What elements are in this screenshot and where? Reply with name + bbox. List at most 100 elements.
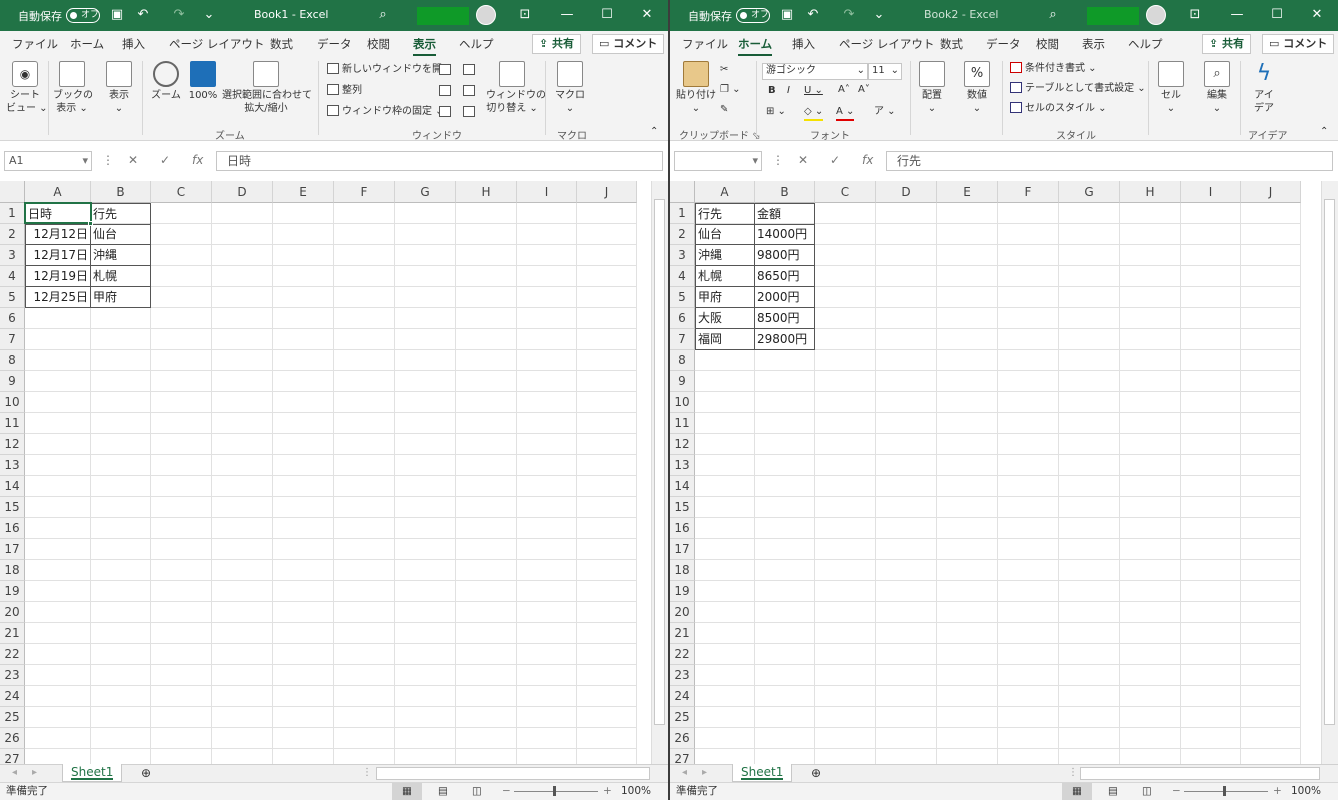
split-icon[interactable] [439, 64, 451, 75]
search-icon[interactable]: ⌕ [374, 6, 392, 24]
row-header[interactable]: 25 [0, 707, 25, 728]
page-layout-view-icon[interactable]: ▤ [1108, 783, 1118, 800]
side-by-side-icon[interactable] [463, 64, 475, 75]
column-header[interactable]: I [517, 181, 577, 203]
row-header[interactable]: 7 [0, 329, 25, 350]
increase-font-icon[interactable]: A˄ [838, 83, 850, 97]
tab-file[interactable]: ファイル [12, 36, 58, 52]
font-size-select[interactable]: 11 ⌄ [868, 63, 902, 80]
close-icon[interactable]: ✕ [638, 6, 656, 24]
table-cell[interactable]: 札幌 [695, 266, 755, 287]
column-header[interactable]: G [395, 181, 456, 203]
table-cell[interactable]: 12月25日 [25, 287, 91, 308]
table-cell[interactable]: 沖縄 [695, 245, 755, 266]
tab-page-layout[interactable]: ページ レイアウト [839, 36, 934, 52]
split-handle[interactable]: ⋮ [362, 766, 372, 780]
row-header[interactable]: 5 [670, 287, 695, 308]
zoom-slider[interactable] [514, 791, 598, 792]
row-header[interactable]: 3 [0, 245, 25, 266]
row-header[interactable]: 18 [0, 560, 25, 581]
row-header[interactable]: 16 [0, 518, 25, 539]
undo-icon[interactable]: ↶ [804, 6, 822, 24]
row-header[interactable]: 11 [0, 413, 25, 434]
name-box[interactable]: ▾ [674, 151, 762, 171]
row-header[interactable]: 7 [670, 329, 695, 350]
column-header[interactable]: D [212, 181, 273, 203]
share-button[interactable]: ⇪ 共有 [1202, 34, 1252, 54]
row-header[interactable]: 12 [0, 434, 25, 455]
normal-view-icon[interactable]: ▦ [1062, 783, 1092, 800]
maximize-icon[interactable]: ☐ [598, 6, 616, 24]
tab-file[interactable]: ファイル [682, 36, 728, 52]
row-header[interactable]: 24 [670, 686, 695, 707]
column-header[interactable]: H [1120, 181, 1181, 203]
redo-icon[interactable]: ↷ [840, 6, 858, 24]
tab-data[interactable]: データ [986, 36, 1021, 52]
search-icon[interactable]: ⌕ [1044, 6, 1062, 24]
table-cell[interactable]: 甲府 [91, 287, 151, 308]
row-header[interactable]: 19 [670, 581, 695, 602]
unhide-icon[interactable] [439, 106, 451, 117]
table-cell[interactable]: 8650円 [755, 266, 815, 287]
table-cell[interactable]: 仙台 [91, 224, 151, 245]
row-header[interactable]: 14 [0, 476, 25, 497]
font-name-select[interactable]: 游ゴシック ⌄ [762, 63, 868, 80]
row-header[interactable]: 21 [0, 623, 25, 644]
zoom-level[interactable]: 100% [621, 783, 651, 800]
row-header[interactable]: 26 [0, 728, 25, 749]
sync-scroll-icon[interactable] [463, 85, 475, 96]
cut-icon[interactable]: ✂ [720, 63, 728, 77]
zoom-in-icon[interactable]: + [1273, 783, 1282, 800]
decrease-font-icon[interactable]: A˅ [858, 83, 870, 97]
phonetic-icon[interactable]: ア ⌄ [874, 105, 896, 119]
scroll-thumb[interactable] [1324, 199, 1335, 725]
vertical-scrollbar[interactable] [651, 181, 668, 765]
reset-position-icon[interactable] [463, 106, 475, 117]
row-header[interactable]: 2 [0, 224, 25, 245]
worksheet-grid[interactable]: A B C D E F G H I J 1 2 3 4 5 6 7 8 9 10 11 12 13 14 15 16 17 18 19 2… [670, 181, 1338, 765]
ribbon-display-icon[interactable]: ⊡ [516, 6, 534, 24]
row-header[interactable]: 15 [0, 497, 25, 518]
row-header[interactable]: 25 [670, 707, 695, 728]
table-cell[interactable]: 2000円 [755, 287, 815, 308]
scroll-right-icon[interactable]: ▸ [702, 766, 707, 780]
row-header[interactable]: 1 [670, 203, 695, 224]
row-header[interactable]: 22 [0, 644, 25, 665]
split-handle[interactable]: ⋮ [1068, 766, 1078, 780]
share-button[interactable]: ⇪ 共有 [532, 34, 582, 54]
row-header[interactable]: 23 [670, 665, 695, 686]
scroll-thumb[interactable] [654, 199, 665, 725]
column-header[interactable]: E [273, 181, 334, 203]
tab-page-layout[interactable]: ページ レイアウト [169, 36, 264, 52]
tab-home[interactable]: ホーム [738, 36, 773, 56]
column-header[interactable]: B [755, 181, 815, 203]
row-header[interactable]: 17 [670, 539, 695, 560]
row-header[interactable]: 24 [0, 686, 25, 707]
fill-handle[interactable] [88, 221, 93, 226]
tab-view[interactable]: 表示 [413, 36, 436, 56]
table-cell[interactable]: 14000円 [755, 224, 815, 245]
freeze-panes-button[interactable]: ウィンドウ枠の固定 ⌄ [327, 105, 444, 119]
bold-icon[interactable]: B [768, 84, 776, 98]
sheet-tab[interactable]: Sheet1 [62, 764, 123, 782]
cells-button[interactable]: セル ⌄ [1154, 61, 1188, 115]
table-cell[interactable]: 12月12日 [25, 224, 91, 245]
table-cell[interactable]: 8500円 [755, 308, 815, 329]
column-header[interactable]: C [151, 181, 212, 203]
table-cell[interactable]: 29800円 [755, 329, 815, 350]
row-header[interactable]: 9 [670, 371, 695, 392]
column-header[interactable]: E [937, 181, 998, 203]
scroll-left-icon[interactable]: ◂ [12, 766, 17, 780]
page-layout-view-icon[interactable]: ▤ [438, 783, 448, 800]
enter-icon[interactable]: ✓ [160, 153, 170, 167]
worksheet-grid[interactable]: A B C D E F G H I J 1 2 3 4 5 6 7 8 9 10 11 12 13 14 15 16 17 18 19 2… [0, 181, 668, 765]
ideas-button[interactable]: ϟ アイ デア [1246, 61, 1282, 115]
zoom-out-icon[interactable]: − [502, 783, 511, 800]
tab-help[interactable]: ヘルプ [459, 36, 494, 52]
sheet-tab[interactable]: Sheet1 [732, 764, 793, 782]
underline-icon[interactable]: U ⌄ [804, 84, 823, 98]
save-icon[interactable]: ▣ [108, 6, 126, 24]
add-sheet-icon[interactable]: ⊕ [141, 766, 151, 780]
zoom-slider[interactable] [1184, 791, 1268, 792]
avatar[interactable] [476, 5, 496, 25]
